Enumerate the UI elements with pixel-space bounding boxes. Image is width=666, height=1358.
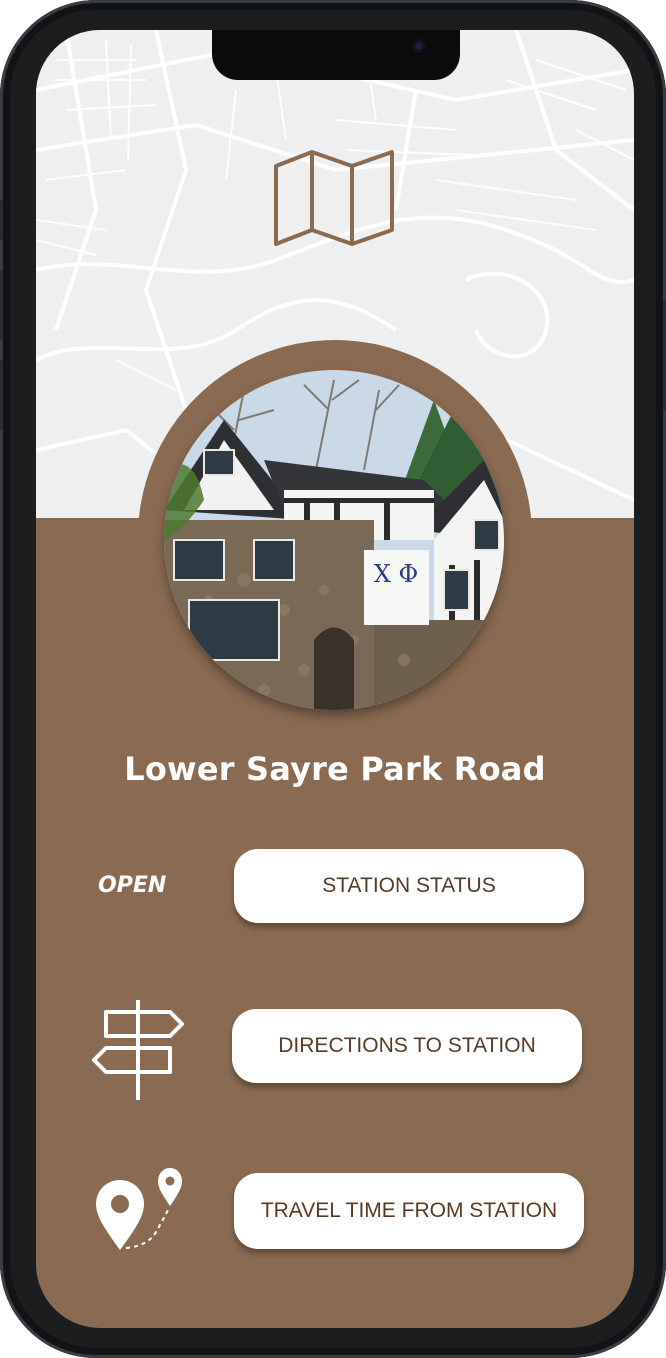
volume-up-button	[0, 270, 3, 340]
route-pin-icon	[94, 1166, 188, 1258]
signpost-icon	[92, 998, 184, 1106]
front-camera	[412, 39, 426, 53]
mute-switch	[0, 200, 3, 240]
directions-button[interactable]: DIRECTIONS TO STATION	[232, 1009, 582, 1083]
travel-time-button[interactable]: TRAVEL TIME FROM STATION	[234, 1173, 584, 1249]
notch	[212, 30, 460, 80]
screen: Χ Φ Lower Sayre Park Road OPEN STATION S…	[36, 30, 634, 1328]
volume-down-button	[0, 360, 3, 430]
station-status-value: OPEN	[98, 873, 167, 898]
station-photo: Χ Φ	[164, 370, 504, 710]
station-status-button[interactable]: STATION STATUS	[234, 849, 584, 923]
station-name: Lower Sayre Park Road	[124, 750, 546, 788]
banner-letters: Χ Φ	[374, 560, 418, 588]
phone-frame: Χ Φ Lower Sayre Park Road OPEN STATION S…	[0, 0, 666, 1358]
